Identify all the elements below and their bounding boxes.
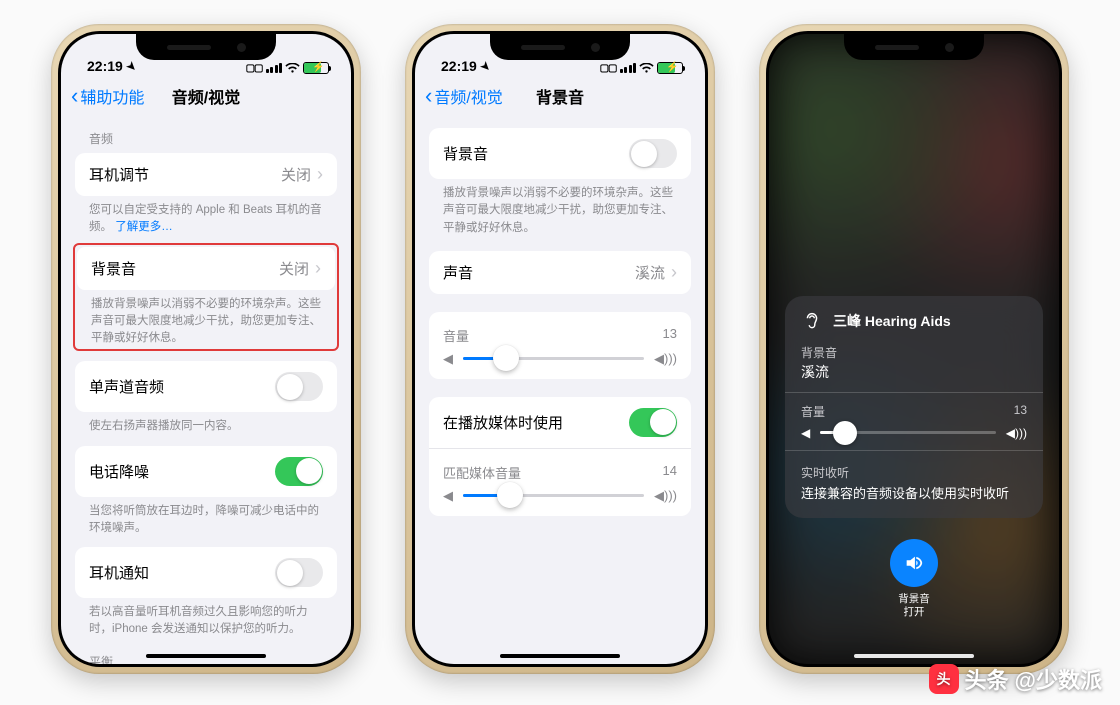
wifi-icon [285, 63, 300, 74]
section-header-audio: 音频 [75, 116, 337, 153]
speaker-low-icon: ◀ [443, 351, 453, 367]
notch [136, 34, 276, 60]
use-media-switch[interactable] [629, 408, 677, 437]
chevron-left-icon: ‹ [71, 85, 78, 107]
mono-switch[interactable] [275, 372, 323, 401]
ear-icon [801, 310, 823, 332]
row-sound-select[interactable]: 声音 溪流› [429, 251, 691, 294]
battery-icon: ⚡ [303, 62, 329, 74]
chevron-right-icon: › [317, 164, 323, 185]
watermark: 头 头条 @少数派 [929, 663, 1102, 695]
card-volume-slider[interactable]: ◀ ◀))) [801, 426, 1027, 440]
notch [490, 34, 630, 60]
home-indicator[interactable] [500, 654, 620, 659]
match-media-slider[interactable]: ◀ ◀))) [443, 488, 677, 504]
back-button[interactable]: ‹辅助功能 [71, 84, 144, 108]
bg-toggle-switch[interactable] [629, 139, 677, 168]
nav-bar: ‹音频/视觉 背景音 [415, 76, 705, 116]
bg-sound-note: 播放背景噪声以消弱不必要的环境杂声。这些声音可最大限度地减少干扰，助您更加专注、… [77, 290, 335, 348]
phone-frame-2: 22:19➤ ▢▢ ⚡ ‹音频/视觉 背景音 背景音 [405, 24, 715, 674]
location-icon: ➤ [478, 58, 494, 74]
phone-frame-3: 三峰 Hearing Aids 背景音 溪流 音量 13 ◀ ◀))) [759, 24, 1069, 674]
status-time: 22:19 [87, 58, 123, 74]
home-indicator[interactable] [146, 654, 266, 659]
dual-sim-icon: ▢▢ [246, 63, 263, 74]
row-headphone-notify[interactable]: 耳机通知 [75, 547, 337, 598]
card-bg-row[interactable]: 背景音 溪流 [801, 344, 1027, 382]
row-volume: 音量13 ◀ ◀))) [429, 312, 691, 379]
cellular-icon [266, 63, 283, 73]
location-icon: ➤ [124, 58, 140, 74]
hearing-card: 三峰 Hearing Aids 背景音 溪流 音量 13 ◀ ◀))) [785, 296, 1043, 518]
chevron-right-icon: › [315, 258, 321, 279]
bg-sound-cc-button[interactable]: 背景音打开 [890, 539, 938, 620]
speaker-low-icon: ◀ [443, 488, 453, 504]
card-volume-row: 音量 13 [801, 403, 1027, 420]
row-match-media-volume: 匹配媒体音量14 ◀ ◀))) [429, 448, 691, 516]
headphone-note: 您可以自定受支持的 Apple 和 Beats 耳机的音频。 了解更多… [75, 196, 337, 237]
battery-icon: ⚡ [657, 62, 683, 74]
row-mono-audio[interactable]: 单声道音频 [75, 361, 337, 412]
row-headphone-adjust[interactable]: 耳机调节 关闭› [75, 153, 337, 196]
speaker-high-icon: ◀))) [1006, 426, 1027, 440]
phone-frame-1: 22:19➤ ▢▢ ⚡ ‹辅助功能 音频/视觉 音频 耳机调节 关闭› [51, 24, 361, 674]
nav-bar: ‹辅助功能 音频/视觉 [61, 76, 351, 116]
speaker-high-icon: ◀))) [654, 488, 677, 504]
hp-notify-switch[interactable] [275, 558, 323, 587]
noise-cancel-note: 当您将听筒放在耳边时，降噪可减少电话中的环境噪声。 [75, 497, 337, 538]
home-indicator[interactable] [854, 654, 974, 659]
toutiao-logo: 头 [929, 664, 959, 694]
notch [844, 34, 984, 60]
highlight-box: 背景音 关闭› 播放背景噪声以消弱不必要的环境杂声。这些声音可最大限度地减少干扰… [73, 243, 339, 352]
speaker-icon [890, 539, 938, 587]
noise-cancel-switch[interactable] [275, 457, 323, 486]
chevron-left-icon: ‹ [425, 85, 432, 107]
learn-more-link[interactable]: 了解更多… [115, 221, 173, 233]
row-bg-toggle[interactable]: 背景音 [429, 128, 691, 179]
cellular-icon [620, 63, 637, 73]
mono-note: 使左右扬声器播放同一内容。 [75, 412, 337, 435]
row-phone-noise-cancel[interactable]: 电话降噪 [75, 446, 337, 497]
wifi-icon [639, 63, 654, 74]
status-time: 22:19 [441, 58, 477, 74]
balance-header: 平衡 [75, 639, 337, 665]
volume-slider[interactable]: ◀ ◀))) [443, 351, 677, 367]
bg-note: 播放背景噪声以消弱不必要的环境杂声。这些声音可最大限度地减少干扰，助您更加专注、… [429, 179, 691, 237]
card-live-listen: 实时收听 连接兼容的音频设备以使用实时收听 [801, 464, 1027, 502]
chevron-right-icon: › [671, 262, 677, 283]
hp-notify-note: 若以高音量听耳机音频过久且影响您的听力时，iPhone 会发送通知以保护您的听力… [75, 598, 337, 639]
row-background-sound[interactable]: 背景音 关闭› [77, 247, 335, 290]
speaker-low-icon: ◀ [801, 426, 810, 440]
card-header: 三峰 Hearing Aids [801, 310, 1027, 332]
speaker-high-icon: ◀))) [654, 351, 677, 367]
row-use-while-media[interactable]: 在播放媒体时使用 [429, 397, 691, 448]
dual-sim-icon: ▢▢ [600, 63, 617, 74]
back-button[interactable]: ‹音频/视觉 [425, 84, 503, 108]
